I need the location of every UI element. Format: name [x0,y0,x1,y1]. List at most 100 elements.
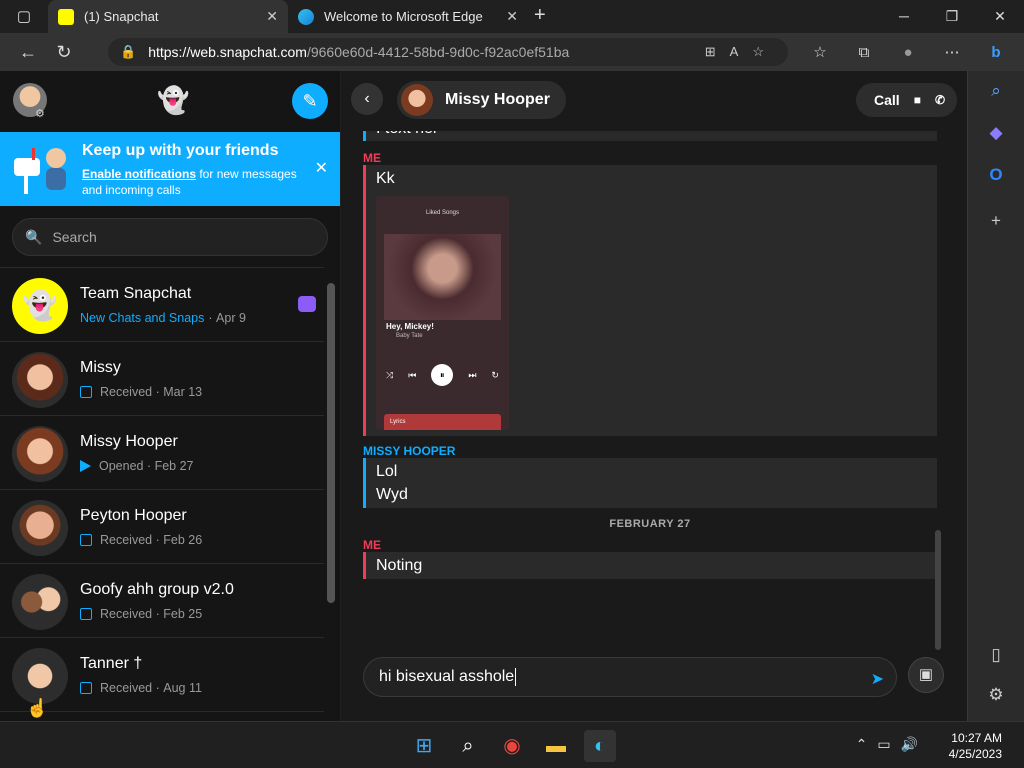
new-chat-badge-icon [298,296,316,312]
new-chat-button[interactable]: ✎ [292,83,328,119]
restore-button[interactable]: ❐ [928,0,976,33]
chat-date: Feb 27 [154,459,194,473]
chat-row-missy[interactable]: Missy Received · Mar 13 [0,342,324,416]
tab-edge-welcome[interactable]: Welcome to Microsoft Edge ✕ [288,0,528,33]
collections-icon[interactable]: ⧉ [842,44,886,61]
message-text: I text her [376,131,927,140]
message-input[interactable]: hi bisexual asshole ➤ [363,657,897,697]
lyrics-label: Lyrics [390,419,406,425]
chat-row-goofy-group[interactable]: Goofy ahh group v2.0 Received · Feb 25 [0,564,324,638]
minimize-button[interactable]: ─ [880,0,928,33]
search-icon[interactable]: ⌕ [984,81,1008,105]
contact-avatar [401,84,433,116]
system-tray-icons[interactable]: ⌃▭🔊 [856,736,928,753]
chat-date: Feb 26 [163,533,203,547]
windows-start-icon[interactable]: ⊞ [408,730,440,762]
taskbar: ⊞ ⌕ ◉ ▬ ◐ ⌃▭🔊 10:27 AM 4/25/2023 [0,721,1024,768]
clock[interactable]: 10:27 AM 4/25/2023 [949,730,1002,762]
close-tab-icon[interactable]: ✕ [266,8,278,25]
pause-icon: ⏸ [431,364,454,386]
chat-list-scrollbar[interactable] [326,267,336,721]
next-icon: ⏭ [468,369,477,380]
message-sender: ME [363,151,381,165]
send-icon[interactable]: ➤ [871,669,884,689]
call-button[interactable]: Call ■ ✆ [856,83,957,117]
chat-status-label: Received [100,533,153,547]
message-text: Noting [376,557,423,574]
playback-controls: ⤨ ⏮ ⏸ ⏭ ↻ [386,364,499,386]
scrollbar-thumb[interactable] [327,283,335,603]
chat-status-label: Received [100,385,153,399]
video-call-icon[interactable]: ■ [914,93,921,107]
clock-date: 4/25/2023 [948,747,1002,761]
back-icon[interactable]: ← [10,42,46,63]
sidebar-toggle-icon[interactable]: ▯ [984,645,1008,669]
tab-strip: ▢ (1) Snapchat ✕ Welcome to Microsoft Ed… [0,0,1024,33]
team-snapchat-avatar: 👻 [12,278,68,334]
window-controls: ─ ❐ ✕ [880,0,1024,33]
close-tab-icon[interactable]: ✕ [506,8,518,25]
conversation-pane: ‹ Missy Hooper Call ■ ✆ I text her ME Kk… [341,71,967,721]
shared-screenshot[interactable]: Liked Songs Hey, Mickey! Baby Tate ⤨ ⏮ ⏸… [376,196,509,430]
search-placeholder: Search [52,229,97,245]
edge-icon[interactable]: ◐ [584,730,616,762]
chat-status: Received · Feb 26 [80,533,202,547]
text-cursor [515,668,517,686]
address-actions[interactable]: ⊞A☆ [705,44,778,60]
missy-avatar [12,352,68,408]
favorites-icon[interactable]: ☆ [798,43,842,61]
chat-date: Mar 13 [163,385,203,399]
phone-icon[interactable]: ✆ [935,93,945,107]
chat-row-peyton-hooper[interactable]: Peyton Hooper Received · Feb 26 [0,490,324,564]
conversation-scrollbar[interactable] [935,530,941,650]
chrome-icon[interactable]: ◉ [496,730,528,762]
chat-separator: · [152,681,164,695]
chat-name: Tanner † [80,655,143,672]
outlook-icon[interactable]: O [984,165,1008,189]
chat-status: Received · Aug 11 [80,681,202,695]
message-partial: I text her [363,131,937,141]
url-host: https://web.snapchat.com [148,44,307,60]
search-input[interactable]: 🔍 Search [12,218,328,256]
chat-row-team-snapchat[interactable]: 👻 Team Snapchat New Chats and Snaps · Apr… [0,268,324,342]
enable-notifications-link[interactable]: Enable notifications [82,167,196,181]
tab-title: Welcome to Microsoft Edge [324,9,483,24]
more-icon[interactable]: ⋯ [930,43,974,61]
memories-button[interactable]: ▣ [908,657,944,693]
contact-name: Missy Hooper [445,91,550,108]
bing-icon[interactable]: b [974,44,1018,61]
refresh-icon[interactable]: ↻ [46,42,82,63]
copilot-icon[interactable]: ◆ [984,123,1008,147]
contact-header[interactable]: Missy Hooper [397,81,566,119]
url-path: /9660e60d-4412-58bd-9d0c-f92ac0ef51ba [306,44,570,60]
opened-arrow-icon [80,460,91,472]
chat-status: Received · Feb 25 [80,607,202,621]
message-input-value: hi bisexual asshole [379,668,515,685]
chat-row-missy-hooper[interactable]: Missy Hooper Opened · Feb 27 [0,416,324,490]
message-text: Wyd [376,486,408,503]
close-banner-icon[interactable]: ✕ [315,158,328,178]
settings-icon[interactable]: ⚙ [984,685,1008,709]
close-window-button[interactable]: ✕ [976,0,1024,33]
profile-icon[interactable]: ● [886,44,930,61]
notification-banner: Keep up with your friends Enable notific… [0,132,340,206]
tab-actions-icon[interactable]: ▢ [6,7,42,25]
search-icon[interactable]: ⌕ [452,730,484,762]
group-avatar [12,574,68,630]
message-bubble: Lol Wyd [363,458,937,508]
chat-row-tanner[interactable]: Tanner † Received · Aug 11 [0,638,324,712]
tab-snapchat[interactable]: (1) Snapchat ✕ [48,0,288,33]
edge-favicon-icon [298,8,314,25]
received-chat-icon [80,682,92,694]
back-button[interactable]: ‹ [351,83,383,115]
file-explorer-icon[interactable]: ▬ [540,730,572,762]
chat-date: Aug 11 [163,681,202,695]
banner-text: Enable notifications for new messages an… [82,166,302,198]
chat-separator: · [152,533,164,547]
new-tab-button[interactable]: + [534,4,546,27]
chat-status: Received · Mar 13 [80,385,202,399]
message-text: Lol [376,463,398,480]
address-input[interactable]: 🔒 https://web.snapchat.com/9660e60d-4412… [108,38,788,66]
chat-name: Peyton Hooper [80,507,187,524]
add-icon[interactable]: + [984,211,1008,235]
